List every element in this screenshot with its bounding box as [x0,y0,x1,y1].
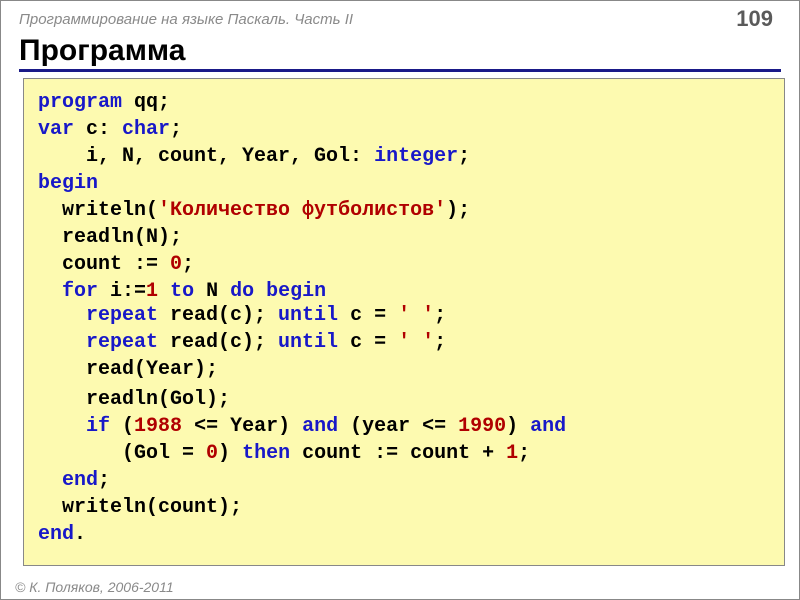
literal: ' ' [398,331,434,354]
code-text: c = [338,331,398,354]
code-text [38,280,62,303]
code-text: ; [458,145,470,168]
footer-copyright: © К. Поляков, 2006-2011 [15,579,174,595]
keyword: and [530,415,566,438]
keyword: until [278,331,338,354]
keyword: do begin [230,280,326,303]
literal: 'Количество футболистов' [158,199,446,222]
keyword: for [62,280,98,303]
code-line: program qq; [38,89,770,116]
code-line: for i:=1 to N do begin [38,278,770,305]
code-text: readln(N); [38,226,182,249]
code-text: c: [74,118,122,141]
code-text: ( [110,415,134,438]
code-line: readln(N); [38,224,770,251]
literal: 0 [206,442,218,465]
slide: Программирование на языке Паскаль. Часть… [0,0,800,600]
code-line: end. [38,521,770,548]
code-text [38,469,62,492]
keyword: end [62,469,98,492]
code-text: read(c); [158,304,278,327]
keyword: and [302,415,338,438]
code-line: writeln('Количество футболистов'); [38,197,770,224]
keyword: until [278,304,338,327]
code-text: qq; [122,91,170,114]
code-line: if (1988 <= Year) and (year <= 1990) and [38,413,770,440]
code-text: readln(Gol); [38,388,230,411]
code-line: repeat read(c); until c = ' '; [86,302,446,329]
code-text: (year <= [338,415,458,438]
code-line: writeln(count); [38,494,770,521]
code-text: count := count + [290,442,506,465]
code-text: i, N, count, Year, Gol: [38,145,374,168]
code-text: i:= [98,280,146,303]
keyword: begin [38,172,98,195]
literal: 0 [170,253,182,276]
literal: 1 [506,442,518,465]
code-block: program qq; var c: char; i, N, count, Ye… [23,78,785,566]
code-text: ; [98,469,110,492]
code-text: ; [434,304,446,327]
literal: ' ' [398,304,434,327]
literal: 1 [146,280,158,303]
header-title: Программирование на языке Паскаль. Часть… [19,11,736,28]
code-text: ; [182,253,194,276]
code-text: count := [38,253,170,276]
keyword: char [122,118,170,141]
code-text: (Gol = [38,442,206,465]
overlay-code: repeat read(c); until c = ' '; repeat re… [86,302,446,383]
code-text: . [74,523,86,546]
section-title: Программа [19,33,781,72]
code-text: read(Year); [86,358,218,381]
code-text [158,280,170,303]
code-text: c = [338,304,398,327]
code-text: read(c); [158,331,278,354]
keyword: end [38,523,74,546]
keyword: if [86,415,110,438]
literal: 1990 [458,415,506,438]
code-line: readln(Gol); [38,386,770,413]
code-text: writeln(count); [38,496,242,519]
code-text: ; [518,442,530,465]
code-line: repeat read(c); until c = ' '; [86,329,446,356]
keyword: then [242,442,290,465]
code-text: ); [446,199,470,222]
code-line: count := 0; [38,251,770,278]
code-text: ; [434,331,446,354]
code-text [38,415,86,438]
literal: 1988 [134,415,182,438]
code-text: ) [218,442,242,465]
keyword: var [38,118,74,141]
header-bar: Программирование на языке Паскаль. Часть… [1,1,799,31]
code-text: ) [506,415,530,438]
code-line: var c: char; [38,116,770,143]
keyword: program [38,91,122,114]
code-line: i, N, count, Year, Gol: integer; [38,143,770,170]
code-line: (Gol = 0) then count := count + 1; [38,440,770,467]
page-number: 109 [736,6,781,32]
keyword: integer [374,145,458,168]
code-text: ; [170,118,182,141]
code-text: N [194,280,230,303]
code-line: end; [38,467,770,494]
keyword: repeat [86,331,158,354]
code-text: writeln( [38,199,158,222]
code-line: begin [38,170,770,197]
keyword: to [170,280,194,303]
keyword: repeat [86,304,158,327]
code-line: read(Year); [86,356,446,383]
code-text: <= Year) [182,415,302,438]
